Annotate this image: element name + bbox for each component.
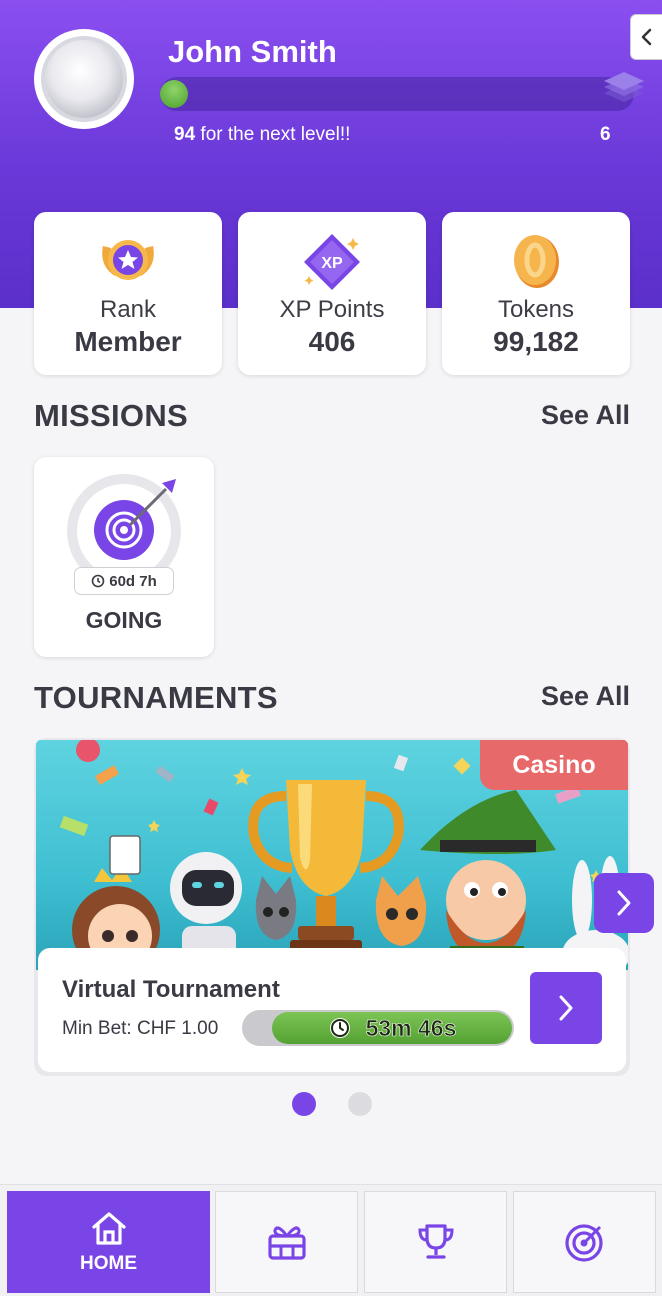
mission-status: GOING xyxy=(85,607,163,633)
tournament-time-left: 53m 46s xyxy=(365,1014,457,1041)
tournaments-title: TOURNAMENTS xyxy=(34,680,278,715)
token-coin-icon xyxy=(514,235,559,288)
next-level-suffix: for the next level!! xyxy=(195,124,351,145)
xp-points-card[interactable]: XP XP Points 406 xyxy=(238,212,426,375)
tokens-value: 99,182 xyxy=(493,326,579,357)
open-tournament-button[interactable] xyxy=(530,972,602,1044)
tournament-card[interactable]: Casino Virtual Tournament Min Bet: CHF 1… xyxy=(34,738,630,1076)
pagination-dot-2[interactable] xyxy=(348,1092,372,1116)
chevron-right-icon xyxy=(559,995,573,1021)
home-icon xyxy=(91,1212,126,1245)
category-tag: Casino xyxy=(480,740,628,790)
arrow-icon xyxy=(128,479,176,527)
stopwatch-icon xyxy=(329,1018,350,1038)
tournament-min-bet: Min Bet: CHF 1.00 xyxy=(62,1018,219,1039)
missions-see-all-link[interactable]: See All xyxy=(541,400,630,431)
clock-icon xyxy=(91,574,105,588)
nav-tournaments[interactable] xyxy=(364,1191,507,1293)
mission-card[interactable]: 60d 7h GOING xyxy=(34,457,214,657)
tournament-info-panel: Virtual Tournament Min Bet: CHF 1.00 53m… xyxy=(38,948,626,1072)
tournaments-see-all-link[interactable]: See All xyxy=(541,681,630,712)
tournament-timer: 53m 46s xyxy=(272,1012,512,1044)
avatar[interactable] xyxy=(34,29,134,129)
missions-title: MISSIONS xyxy=(34,398,188,433)
target-icon xyxy=(564,1224,603,1262)
carousel-next-button[interactable] xyxy=(594,873,654,933)
tokens-card[interactable]: Tokens 99,182 xyxy=(442,212,630,375)
rank-card[interactable]: Rank Member xyxy=(34,212,222,375)
nav-rewards[interactable] xyxy=(215,1191,358,1293)
tournament-name: Virtual Tournament xyxy=(62,976,280,1003)
mission-timer-text: 60d 7h xyxy=(109,572,157,590)
trophy-icon xyxy=(417,1224,454,1259)
svg-text:XP: XP xyxy=(321,255,343,272)
rank-value: Member xyxy=(74,326,182,357)
xp-points-label: XP Points xyxy=(279,296,385,323)
layers-level-icon xyxy=(604,72,644,102)
bottom-nav: HOME xyxy=(0,1184,662,1296)
next-level-text: 94 for the next level!! xyxy=(174,124,350,146)
chevron-left-icon xyxy=(641,28,651,46)
current-level: 6 xyxy=(600,124,611,145)
level-progress-fill xyxy=(160,80,188,108)
tokens-label: Tokens xyxy=(497,296,575,323)
chevron-right-icon xyxy=(617,890,631,916)
nav-missions[interactable] xyxy=(513,1191,656,1293)
points-to-next-level: 94 xyxy=(174,124,196,145)
nav-home[interactable]: HOME xyxy=(7,1191,210,1293)
pagination-dot-1[interactable] xyxy=(292,1092,316,1116)
user-name: John Smith xyxy=(168,34,337,69)
collapse-panel-button[interactable] xyxy=(630,14,662,60)
rank-badge-icon xyxy=(102,240,154,280)
nav-home-label: HOME xyxy=(80,1253,137,1274)
level-progress-track xyxy=(160,77,634,111)
mission-timer: 60d 7h xyxy=(74,567,174,595)
rank-label: Rank xyxy=(99,296,157,323)
xp-points-value: 406 xyxy=(308,326,356,357)
avatar-badge-icon xyxy=(45,40,123,118)
xp-diamond-icon: XP xyxy=(304,234,360,290)
gift-icon xyxy=(267,1226,306,1260)
